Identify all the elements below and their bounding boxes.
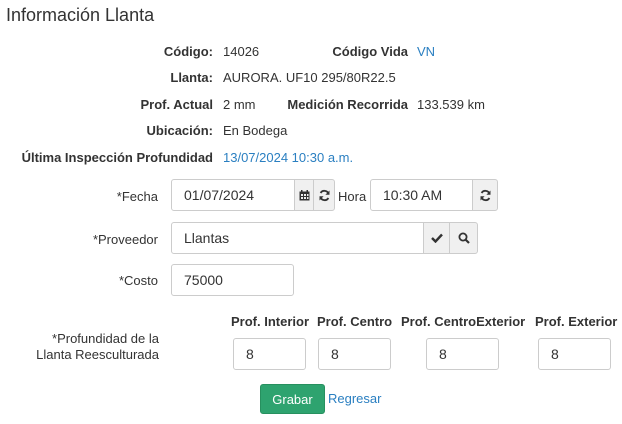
medicion-value: 133.539 km [417, 97, 485, 112]
costo-label: *Costo [118, 273, 158, 288]
page-title: Información Llanta [6, 5, 155, 25]
prof-centroexterior-input[interactable]: 8 [426, 338, 499, 370]
profundidad-label-line1: *Profundidad de la [52, 331, 159, 346]
proveedor-input[interactable]: Llantas [171, 222, 424, 254]
regresar-link[interactable]: Regresar [328, 391, 381, 406]
fecha-refresh-button[interactable] [313, 179, 335, 211]
proveedor-label: *Proveedor [92, 232, 158, 247]
codigo-vida-value[interactable]: VN [417, 44, 435, 59]
fecha-label: *Fecha [116, 189, 158, 204]
calendar-icon [299, 189, 310, 201]
refresh-icon [479, 189, 492, 202]
ubicacion-value: En Bodega [223, 123, 288, 138]
prof-actual-value: 2 mm [223, 97, 256, 112]
ultima-inspeccion-value[interactable]: 13/07/2024 10:30 a.m. [223, 150, 353, 165]
hora-input[interactable]: 10:30 AM [370, 179, 473, 211]
search-icon [458, 232, 470, 244]
ultima-inspeccion-label: Última Inspección Profundidad [21, 150, 213, 165]
calendar-button[interactable] [294, 179, 314, 211]
search-proveedor-button[interactable] [449, 222, 478, 254]
prof-exterior-input[interactable]: 8 [538, 338, 611, 370]
refresh-icon [318, 189, 331, 202]
codigo-label: Código: [163, 44, 213, 59]
col-prof-interior: Prof. Interior [231, 314, 310, 329]
codigo-vida-label: Código Vida [332, 44, 408, 59]
check-icon [431, 233, 443, 243]
profundidad-label-line2: Llanta Reesculturada [36, 347, 159, 362]
col-prof-centro: Prof. Centro [317, 314, 393, 329]
ubicacion-label: Ubicación: [146, 123, 213, 138]
col-prof-exterior: Prof. Exterior [535, 314, 618, 329]
llanta-value: AURORA. UF10 295/80R22.5 [223, 70, 396, 85]
prof-actual-label: Prof. Actual [140, 97, 213, 112]
confirm-proveedor-button[interactable] [423, 222, 450, 254]
costo-input[interactable]: 75000 [171, 264, 294, 296]
codigo-value: 14026 [223, 44, 260, 59]
fecha-input[interactable]: 01/07/2024 [171, 179, 295, 211]
hora-refresh-button[interactable] [472, 179, 498, 211]
medicion-label: Medición Recorrida [287, 97, 408, 112]
llanta-label: Llanta: [170, 70, 213, 85]
grabar-button[interactable]: Grabar [260, 384, 325, 414]
hora-label: Hora [338, 189, 367, 204]
prof-centro-input[interactable]: 8 [318, 338, 391, 370]
prof-interior-input[interactable]: 8 [233, 338, 306, 370]
col-prof-centroexterior: Prof. CentroExterior [401, 314, 526, 329]
